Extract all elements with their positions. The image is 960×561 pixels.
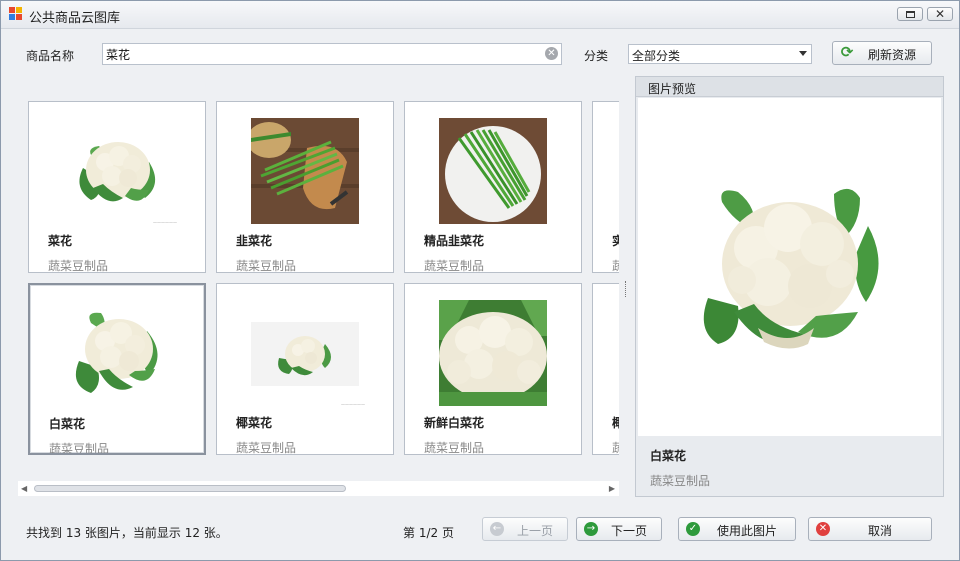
card-name: 实 <box>612 232 619 249</box>
card-name: 新鲜白菜花 <box>424 416 485 430</box>
image-caption: —————— <box>153 220 177 225</box>
refresh-button[interactable]: ⟳ 刷新资源 <box>832 41 932 65</box>
use-image-label: 使用此图片 <box>716 524 777 538</box>
chive-flower-board-image <box>251 118 359 224</box>
cancel-button[interactable]: ✕ 取消 <box>808 517 932 541</box>
check-icon: ✓ <box>686 522 700 536</box>
prev-page-button[interactable]: ← 上一页 <box>482 517 568 541</box>
card-name: 精品韭菜花 <box>424 234 485 248</box>
card-name: 菜花 <box>48 234 73 248</box>
cauliflower-image <box>63 118 171 224</box>
image-library-window: 公共商品云图库 ✕ 商品名称 ✕ 分类 全部分类 ⟳ 刷新资源 <box>0 0 960 561</box>
category-label: 分类 <box>584 49 609 63</box>
cancel-icon: ✕ <box>816 522 830 536</box>
arrow-left-icon: ← <box>490 522 504 536</box>
refresh-button-label: 刷新资源 <box>867 48 916 62</box>
image-card[interactable]: 椰 蔬 <box>592 283 619 455</box>
scroll-right-icon[interactable]: ▶ <box>609 484 615 493</box>
panel-splitter[interactable] <box>625 281 628 297</box>
cauliflower-closeup-image <box>439 300 547 406</box>
clear-icon[interactable]: ✕ <box>545 47 558 60</box>
card-category: 蔬菜豆制品 <box>48 259 109 273</box>
next-page-button[interactable]: → 下一页 <box>576 517 662 541</box>
category-select[interactable]: 全部分类 <box>628 44 812 64</box>
title-bar: 公共商品云图库 ✕ <box>1 1 959 29</box>
close-icon: ✕ <box>934 7 946 21</box>
image-card[interactable]: —————— 椰菜花 蔬菜豆制品 <box>216 283 394 455</box>
gallery-horizontal-scrollbar[interactable]: ◀ ▶ <box>18 481 619 496</box>
image-card[interactable]: 韭菜花 蔬菜豆制品 <box>216 101 394 273</box>
card-name: 椰 <box>612 414 619 431</box>
card-category: 蔬菜豆制品 <box>236 441 297 455</box>
cancel-label: 取消 <box>867 524 892 538</box>
card-name: 白菜花 <box>49 417 86 431</box>
preview-image <box>638 98 941 436</box>
name-search-input[interactable] <box>106 46 536 62</box>
arrow-right-icon: → <box>584 522 598 536</box>
preview-category: 蔬菜豆制品 <box>650 474 711 488</box>
image-gallery: —————— 菜花 蔬菜豆制品 韭菜花 蔬菜豆制品 精品韭菜花 蔬菜豆制品 白菜… <box>18 97 619 459</box>
card-name: 韭菜花 <box>236 234 273 248</box>
result-status: 共找到 13 张图片，当前显示 12 张。 <box>26 526 228 540</box>
cauliflower-image <box>63 301 171 407</box>
name-label: 商品名称 <box>26 49 75 63</box>
restore-icon <box>906 11 915 18</box>
image-card-selected[interactable]: 白菜花 蔬菜豆制品 <box>28 283 206 455</box>
prev-page-label: 上一页 <box>516 524 553 538</box>
preview-header: 图片预览 <box>636 77 943 97</box>
image-preview-panel: 图片预览 白菜花 蔬菜豆制品 <box>635 76 944 497</box>
cauliflower-small-image <box>251 300 359 406</box>
card-category: 蔬菜豆制品 <box>424 259 485 273</box>
card-category: 蔬 <box>612 257 619 272</box>
chevron-down-icon <box>799 51 807 56</box>
card-category: 蔬菜豆制品 <box>236 259 297 273</box>
chive-flower-plate-image <box>439 118 547 224</box>
image-card[interactable]: 精品韭菜花 蔬菜豆制品 <box>404 101 582 273</box>
window-title: 公共商品云图库 <box>29 11 121 26</box>
image-caption: —————— <box>341 402 365 407</box>
card-category: 蔬菜豆制品 <box>49 442 110 455</box>
preview-name: 白菜花 <box>650 449 687 463</box>
use-image-button[interactable]: ✓ 使用此图片 <box>678 517 796 541</box>
card-category: 蔬菜豆制品 <box>424 441 485 455</box>
close-button[interactable]: ✕ <box>927 7 953 21</box>
restore-button[interactable] <box>897 7 923 21</box>
name-search-field[interactable]: ✕ <box>102 43 562 65</box>
next-page-label: 下一页 <box>610 524 647 538</box>
refresh-icon: ⟳ <box>840 43 854 61</box>
preview-header-title: 图片预览 <box>648 82 697 96</box>
card-name: 椰菜花 <box>236 416 273 430</box>
category-select-value: 全部分类 <box>632 49 681 63</box>
image-card[interactable]: —————— 菜花 蔬菜豆制品 <box>28 101 206 273</box>
card-category: 蔬 <box>612 439 619 454</box>
image-card[interactable]: 新鲜白菜花 蔬菜豆制品 <box>404 283 582 455</box>
scrollbar-thumb[interactable] <box>34 485 346 492</box>
image-card[interactable]: 实 蔬 <box>592 101 619 273</box>
page-info: 第 1/2 页 <box>403 526 454 540</box>
app-logo-icon <box>9 7 23 21</box>
scroll-left-icon[interactable]: ◀ <box>21 484 27 493</box>
